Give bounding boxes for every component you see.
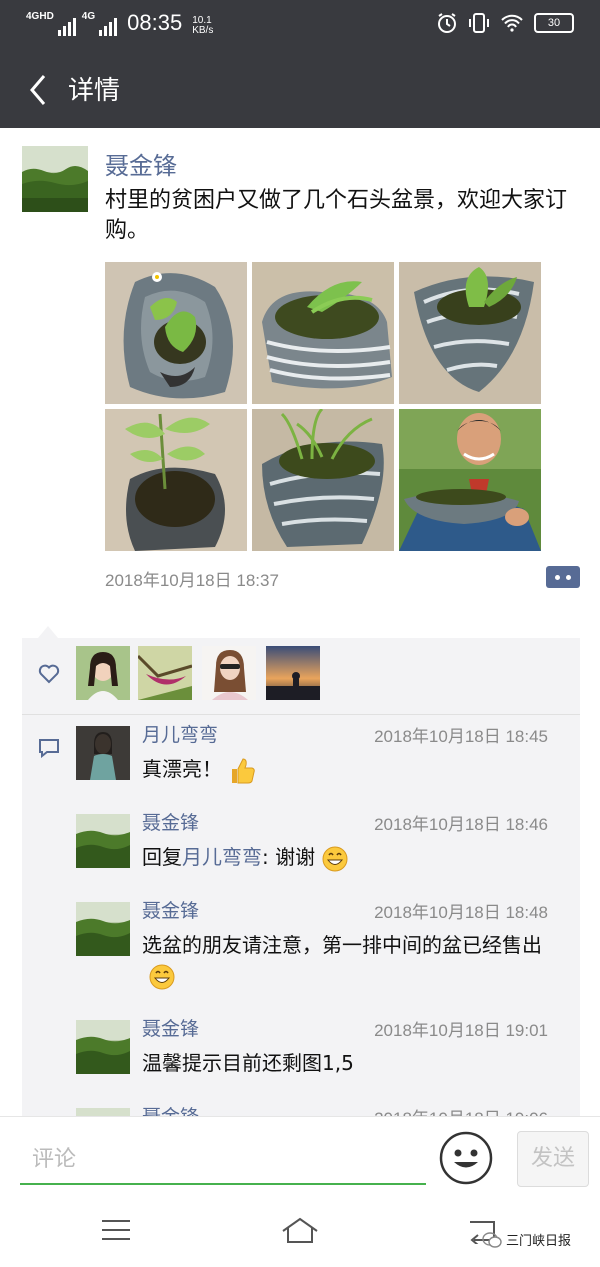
photo-stone-planter-4[interactable] xyxy=(105,409,247,551)
commenter-avatar[interactable] xyxy=(76,814,130,868)
photo-stone-planter-5[interactable] xyxy=(252,409,394,551)
clock: 08:35 xyxy=(127,10,183,35)
grin-emoji xyxy=(322,846,348,871)
post-author[interactable]: 聂金锋 xyxy=(105,146,177,181)
comment-text: 回复月儿弯弯: 谢谢 xyxy=(142,842,552,873)
photo-grid xyxy=(105,262,545,551)
commenter-name[interactable]: 聂金锋 xyxy=(142,808,199,835)
wechat-logo-icon xyxy=(482,1231,502,1248)
network-speed: 10.1 KB/s xyxy=(192,15,214,36)
emoji-picker-icon[interactable] xyxy=(439,1131,493,1185)
comment-icon xyxy=(39,739,59,758)
commenter-avatar[interactable] xyxy=(76,726,130,780)
hammock-avatar[interactable] xyxy=(138,646,192,700)
comment-text: 真漂亮！ xyxy=(142,754,552,785)
commenter-name[interactable]: 月儿弯弯 xyxy=(142,720,218,747)
post-time: 2018年10月18日 18:37 xyxy=(105,571,279,590)
watermark: 三门峡日报 xyxy=(482,1230,571,1249)
grin-emoji xyxy=(149,964,175,989)
comment-box-arrow xyxy=(38,626,58,638)
sunset-avatar[interactable] xyxy=(266,646,320,700)
title-bar: 详情 xyxy=(0,50,600,128)
home-icon[interactable] xyxy=(280,1216,320,1244)
comment-time: 2018年10月18日 19:01 xyxy=(374,1021,548,1040)
likes-row xyxy=(22,638,580,715)
comment-text: 温馨提示目前还剩图1,5 xyxy=(142,1051,354,1075)
vibrate-icon xyxy=(469,13,489,33)
wifi-icon xyxy=(501,14,523,32)
chevron-left-icon[interactable] xyxy=(20,70,60,110)
author-avatar[interactable] xyxy=(22,146,88,212)
commenter-name[interactable]: 聂金锋 xyxy=(142,896,199,923)
comment-text: 选盆的朋友请注意，第一排中间的盆已经售出 xyxy=(142,930,552,991)
menu-icon[interactable] xyxy=(100,1218,132,1242)
more-actions-button[interactable] xyxy=(546,566,580,588)
status-left: 4GHD 4G 08:35 10.1 KB/s xyxy=(26,10,213,36)
commenter-avatar[interactable] xyxy=(76,1020,130,1074)
comment-time: 2018年10月18日 18:46 xyxy=(374,815,548,834)
photo-man-holding-planter[interactable] xyxy=(399,409,541,551)
woman-sunglasses-avatar[interactable] xyxy=(202,646,256,700)
commenter-avatar[interactable] xyxy=(76,902,130,956)
status-right: 30 xyxy=(436,12,574,34)
comment-input[interactable]: 评论 xyxy=(20,1137,426,1185)
send-button[interactable]: 发送 xyxy=(517,1131,589,1187)
girl-avatar[interactable] xyxy=(76,646,130,700)
heart-icon xyxy=(38,664,60,684)
comment-input-bar: 评论 发送 xyxy=(0,1116,600,1197)
interaction-box: 月儿弯弯 2018年10月18日 18:45 真漂亮！ 聂金锋 2018年10月… xyxy=(22,638,580,1118)
photo-stone-planter-3[interactable] xyxy=(399,262,541,404)
system-nav-bar: 三门峡日报 xyxy=(0,1196,600,1267)
signal-1-icon: 4GHD xyxy=(26,11,76,36)
status-bar: 4GHD 4G 08:35 10.1 KB/s 30 xyxy=(0,0,600,50)
thumbs-up-emoji xyxy=(232,757,255,783)
page-title: 详情 xyxy=(68,76,121,106)
signal-2-icon: 4G xyxy=(82,11,118,36)
photo-stone-planter-1[interactable] xyxy=(105,262,247,404)
commenter-name[interactable]: 聂金锋 xyxy=(142,1014,199,1041)
post-text: 村里的贫困户又做了几个石头盆景，欢迎大家订购。 xyxy=(105,188,568,243)
battery-icon: 30 xyxy=(534,13,574,33)
alarm-icon xyxy=(438,13,456,33)
comment-time: 2018年10月18日 18:45 xyxy=(374,727,548,746)
photo-stone-planter-2[interactable] xyxy=(252,262,394,404)
reply-to-name[interactable]: 月儿弯弯 xyxy=(182,845,262,869)
comment-time: 2018年10月18日 18:48 xyxy=(374,903,548,922)
